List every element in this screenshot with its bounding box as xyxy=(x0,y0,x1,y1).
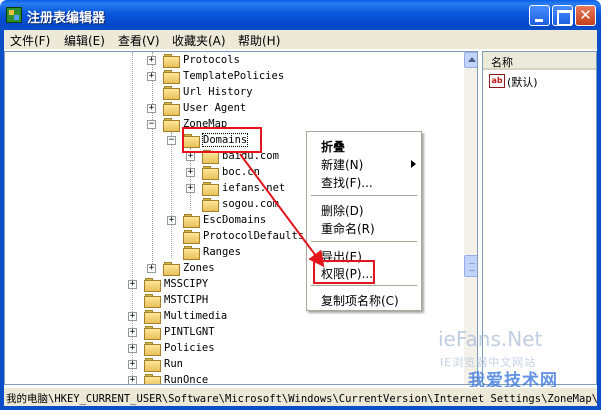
folder-icon xyxy=(183,230,200,244)
tree-node-label: Policies xyxy=(164,342,215,354)
tree-node-label: iefans.net xyxy=(222,182,286,194)
folder-icon xyxy=(202,182,219,196)
menu-separator xyxy=(311,285,417,286)
window-border-bottom xyxy=(0,406,601,410)
tree-node-label: ProtocolDefaults xyxy=(203,230,305,242)
expand-toggle[interactable]: + xyxy=(128,312,137,321)
folder-icon xyxy=(183,214,200,228)
folder-icon xyxy=(202,166,219,180)
folder-icon xyxy=(144,342,161,356)
submenu-arrow-icon xyxy=(411,160,416,168)
close-icon: ✕ xyxy=(579,6,592,24)
menu-item-find[interactable]: 查找(F)... xyxy=(321,174,373,191)
tree-node-label: PINTLGNT xyxy=(164,326,215,338)
folder-icon xyxy=(163,54,180,68)
scroll-thumb[interactable] xyxy=(464,255,477,277)
menu-separator xyxy=(311,195,417,196)
column-header-label: 名称 xyxy=(491,56,513,69)
folder-icon xyxy=(144,326,161,340)
expand-toggle[interactable]: + xyxy=(147,72,156,81)
menu-item-delete[interactable]: 删除(D) xyxy=(321,202,364,219)
expand-toggle[interactable]: + xyxy=(128,376,137,384)
folder-icon xyxy=(183,246,200,260)
folder-icon xyxy=(163,102,180,116)
title-bar[interactable]: 注册表编辑器 ✕ xyxy=(0,0,601,30)
menu-item-new[interactable]: 新建(N) xyxy=(321,156,363,173)
expand-toggle[interactable]: + xyxy=(128,280,137,289)
expand-toggle[interactable]: + xyxy=(186,184,195,193)
folder-icon xyxy=(144,294,161,308)
scroll-up-button[interactable] xyxy=(464,52,477,68)
expand-toggle[interactable]: + xyxy=(167,216,176,225)
menu-edit[interactable]: 编辑(E) xyxy=(64,32,105,49)
annotation-highlight-permissions xyxy=(313,260,375,284)
context-menu: 折叠 新建(N) 查找(F)... 删除(D) 重命名(R) 导出(E) 权限(… xyxy=(306,131,422,311)
tree-guide-line xyxy=(152,52,153,272)
tree-node-label: Multimedia xyxy=(164,310,228,322)
tree-node-label: Protocols xyxy=(183,54,240,66)
menu-item-copy-key-name[interactable]: 复制项名称(C) xyxy=(321,292,399,309)
maximize-button[interactable] xyxy=(552,5,573,26)
regedit-app-icon xyxy=(6,7,22,23)
tree-node-label: boc.cn xyxy=(222,166,260,178)
folder-icon xyxy=(144,310,161,324)
value-row-name[interactable]: (默认) xyxy=(507,74,538,90)
tree-node-label: MSTCIPH xyxy=(164,294,209,306)
tree-node-label: RunOnce xyxy=(164,374,209,385)
tree-node-label: sogou.com xyxy=(222,198,279,210)
expand-toggle[interactable]: + xyxy=(128,328,137,337)
expand-toggle[interactable]: + xyxy=(186,168,195,177)
folder-icon xyxy=(163,262,180,276)
expand-toggle[interactable]: + xyxy=(128,344,137,353)
tree-node-label: MSSCIPY xyxy=(164,278,209,290)
folder-icon xyxy=(163,86,180,100)
window-border-right xyxy=(597,30,601,410)
tree-node-label: TemplatePolicies xyxy=(183,70,285,82)
folder-open-icon xyxy=(163,118,180,132)
menu-favorites[interactable]: 收藏夹(A) xyxy=(172,32,226,49)
tree-node-label: Zones xyxy=(183,262,215,274)
folder-icon xyxy=(202,198,219,212)
status-path: 我的电脑\HKEY_CURRENT_USER\Software\Microsof… xyxy=(6,393,597,405)
watermark-site: ieFans.Net xyxy=(438,327,543,351)
menu-help[interactable]: 帮助(H) xyxy=(238,32,280,49)
tree-node-label: Url History xyxy=(183,86,253,98)
menu-separator xyxy=(311,241,417,242)
expand-toggle[interactable]: + xyxy=(147,56,156,65)
folder-icon xyxy=(144,358,161,372)
column-header-name[interactable]: 名称 xyxy=(483,52,596,70)
tree-node-label: EscDomains xyxy=(203,214,267,226)
tree-node-label: User Agent xyxy=(183,102,247,114)
folder-icon xyxy=(163,70,180,84)
minimize-button[interactable] xyxy=(529,5,550,26)
menu-view[interactable]: 查看(V) xyxy=(118,32,160,49)
folder-icon xyxy=(144,374,161,384)
menu-item-collapse[interactable]: 折叠 xyxy=(321,138,345,155)
string-value-icon: ab xyxy=(489,74,505,88)
expand-toggle[interactable]: + xyxy=(186,152,195,161)
close-button[interactable]: ✕ xyxy=(575,5,596,26)
folder-icon xyxy=(144,278,161,292)
menu-item-rename[interactable]: 重命名(R) xyxy=(321,220,375,237)
annotation-highlight-domains xyxy=(182,127,262,153)
window-title: 注册表编辑器 xyxy=(27,11,106,26)
expand-toggle[interactable]: + xyxy=(128,360,137,369)
status-bar: 我的电脑\HKEY_CURRENT_USER\Software\Microsof… xyxy=(4,387,597,406)
collapse-toggle[interactable]: − xyxy=(167,136,176,145)
menu-bar: 文件(F) 编辑(E) 查看(V) 收藏夹(A) 帮助(H) xyxy=(4,30,597,50)
expand-toggle[interactable]: + xyxy=(147,264,156,273)
collapse-toggle[interactable]: − xyxy=(147,120,156,129)
menu-file[interactable]: 文件(F) xyxy=(10,32,50,49)
tree-guide-line xyxy=(171,132,172,258)
tree-node-label: Run xyxy=(164,358,183,370)
expand-toggle[interactable]: + xyxy=(147,104,156,113)
tree-node-label: Ranges xyxy=(203,246,241,258)
